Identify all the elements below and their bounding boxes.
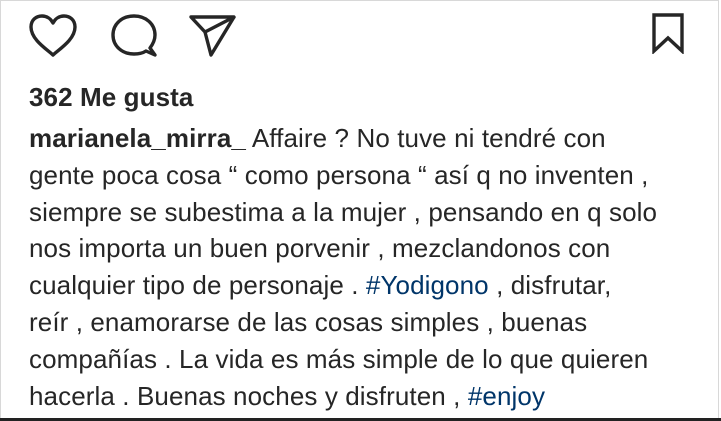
save-button[interactable] bbox=[649, 12, 687, 54]
like-count[interactable]: 362 Me gusta bbox=[29, 82, 194, 113]
caption-line: siempre se subestima a la mujer , pensan… bbox=[29, 196, 658, 227]
post-caption: marianela_mirra_ Affaire ? No tuve ni te… bbox=[29, 120, 689, 414]
caption-line: compañías . La vida es más simple de lo … bbox=[29, 343, 649, 374]
comment-button[interactable] bbox=[109, 13, 159, 59]
heart-outline-icon bbox=[28, 13, 78, 59]
caption-line: marianela_mirra_ Affaire ? No tuve ni te… bbox=[29, 120, 689, 157]
comment-bubble-icon bbox=[109, 13, 159, 59]
paper-plane-icon bbox=[188, 13, 238, 59]
caption-line: cualquier tipo de personaje . #Yodigono … bbox=[29, 267, 689, 304]
caption-text: cualquier tipo de personaje . bbox=[29, 270, 366, 301]
caption-text: Affaire ? No tuve ni tendré con bbox=[245, 123, 606, 153]
caption-text: hacerla . Buenas noches y disfruten , bbox=[29, 380, 468, 411]
username-link[interactable]: marianela_mirra_ bbox=[29, 123, 246, 153]
caption-text: , disfrutar, bbox=[488, 270, 612, 301]
like-button[interactable] bbox=[28, 13, 78, 59]
caption-line: hacerla . Buenas noches y disfruten , #e… bbox=[29, 378, 689, 415]
share-button[interactable] bbox=[188, 13, 238, 59]
hashtag-link[interactable]: #enjoy bbox=[468, 381, 545, 411]
hashtag-link[interactable]: #Yodigono bbox=[366, 270, 489, 300]
bookmark-icon bbox=[649, 12, 687, 54]
caption-line: gente poca cosa “ como persona “ así q n… bbox=[29, 159, 649, 190]
caption-line: reír , enamorarse de las cosas simples ,… bbox=[29, 306, 588, 337]
caption-line: nos importa un buen porvenir , mezclando… bbox=[29, 233, 611, 264]
